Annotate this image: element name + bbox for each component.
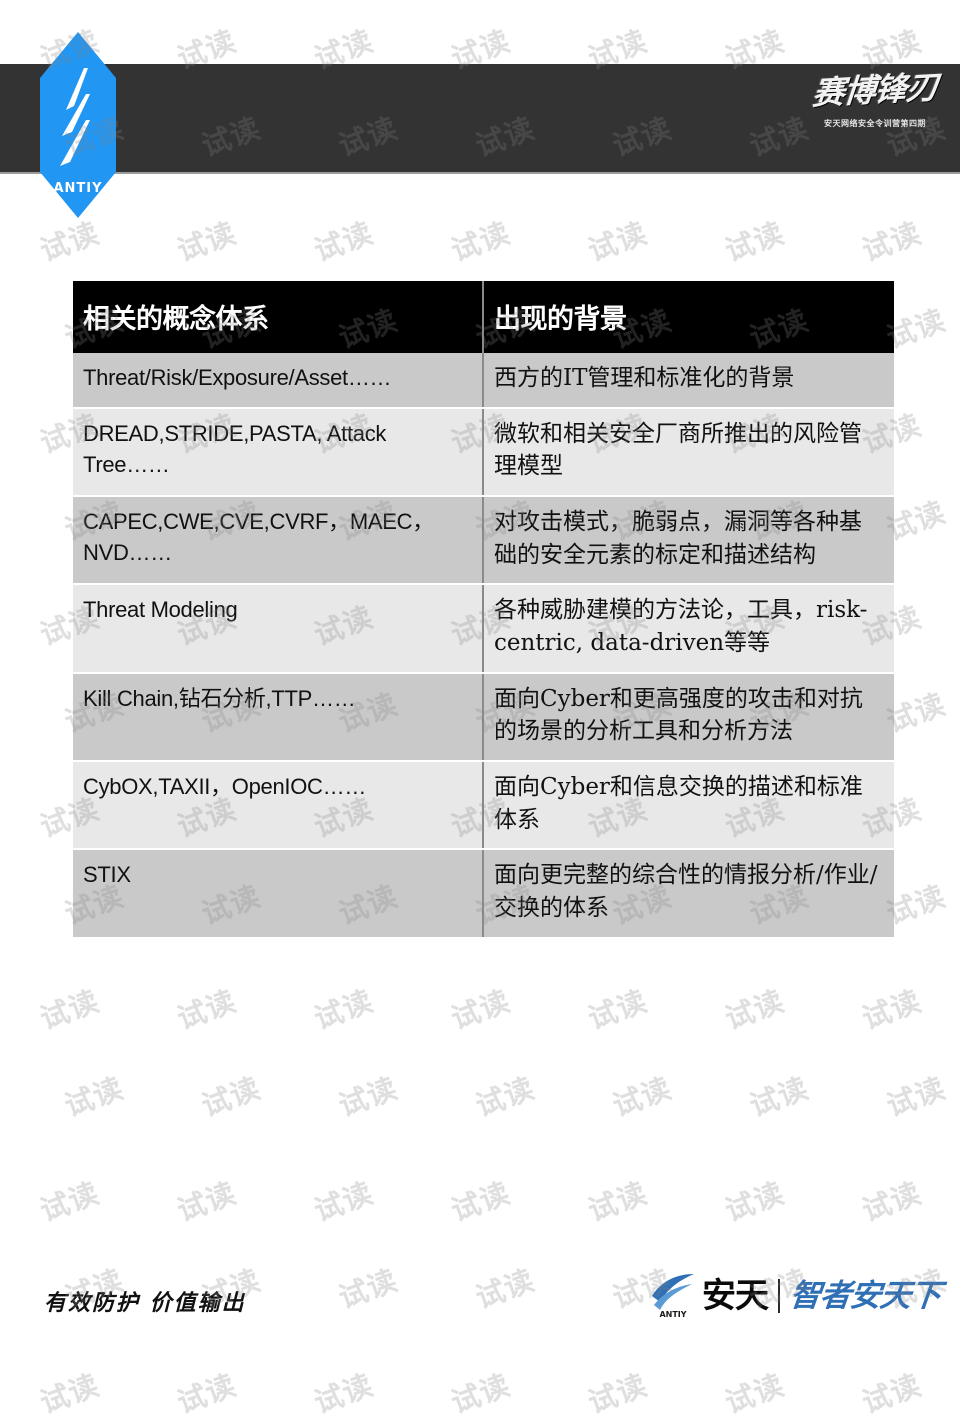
cell-background: 面向更完整的综合性的情报分析/作业/交换的体系 (483, 849, 894, 939)
cell-background: 西方的IT管理和标准化的背景 (483, 353, 894, 409)
watermark-text: 试读 (172, 983, 241, 1037)
table-header-row: 相关的概念体系 出现的背景 (73, 281, 894, 353)
watermark-text: 试读 (172, 215, 241, 269)
table-row: STIX 面向更完整的综合性的情报分析/作业/交换的体系 (73, 849, 894, 939)
watermark-text: 试读 (745, 1070, 814, 1124)
cell-concept: Threat/Risk/Exposure/Asset…… (73, 353, 484, 409)
table-row: Threat/Risk/Exposure/Asset…… 西方的IT管理和标准化… (73, 353, 894, 409)
watermark-text: 试读 (309, 983, 378, 1037)
watermark-text: 试读 (720, 1367, 789, 1421)
cell-concept: CAPEC,CWE,CVE,CVRF，MAEC，NVD…… (73, 495, 484, 586)
watermark-text: 试读 (583, 1175, 652, 1229)
watermark-text: 试读 (471, 1262, 540, 1316)
watermark-text: 试读 (471, 1070, 540, 1124)
watermark-text: 试读 (59, 1070, 128, 1124)
watermark-text: 试读 (720, 983, 789, 1037)
calligraphy-subtitle: 安天网络安全令训营第四期 (824, 119, 926, 128)
watermark-text: 试读 (583, 983, 652, 1037)
antiy-logo-wordmark: ANTIY (53, 181, 102, 196)
table-row: Threat Modeling 各种威胁建模的方法论，工具，risk-centr… (73, 584, 894, 674)
footer-brand-tagline: 智者安天下 (788, 1277, 942, 1314)
watermark-text: 试读 (858, 1367, 927, 1421)
cell-concept: DREAD,STRIDE,PASTA, Attack Tree…… (73, 407, 484, 497)
watermark-text: 试读 (446, 983, 515, 1037)
column-header-background: 出现的背景 (483, 281, 894, 353)
watermark-text: 试读 (35, 1175, 104, 1229)
antiy-logo-icon: ANTIY (40, 32, 116, 218)
watermark-text: 试读 (172, 1367, 241, 1421)
footer-brand-name: 安天 (702, 1276, 769, 1316)
watermark-text: 试读 (333, 1262, 402, 1316)
cell-concept: Kill Chain,钻石分析,TTP…… (73, 672, 484, 762)
watermark-text: 试读 (583, 215, 652, 269)
concept-system-table: 相关的概念体系 出现的背景 Threat/Risk/Exposure/Asset… (73, 281, 894, 939)
table-row: Kill Chain,钻石分析,TTP…… 面向Cyber和更高强度的攻击和对抗… (73, 672, 894, 762)
table-row: DREAD,STRIDE,PASTA, Attack Tree…… 微软和相关安… (73, 407, 894, 497)
watermark-text: 试读 (446, 215, 515, 269)
cell-concept: Threat Modeling (73, 584, 484, 674)
watermark-text: 试读 (446, 1175, 515, 1229)
watermark-text: 试读 (858, 215, 927, 269)
watermark-text: 试读 (858, 1175, 927, 1229)
cell-concept: CybOX,TAXII，OpenIOC…… (73, 760, 484, 851)
cell-background: 面向Cyber和信息交换的描述和标准体系 (483, 760, 894, 851)
watermark-text: 试读 (882, 1070, 951, 1124)
watermark-text: 试读 (608, 1070, 677, 1124)
watermark-text: 试读 (858, 983, 927, 1037)
footer-slogan: 有效防护 价值输出 (44, 1290, 246, 1316)
header-divider-rule (0, 172, 960, 174)
watermark-text: 试读 (720, 215, 789, 269)
antiy-footer-wordmark: ANTIY (659, 1310, 686, 1319)
watermark-text: 试读 (35, 215, 104, 269)
calligraphy-title: 赛博锋刃 (810, 67, 940, 113)
antiy-swoosh-icon: ANTIY (652, 1274, 694, 1319)
antiy-logo-badge: ANTIY (38, 32, 118, 218)
table-row: CybOX,TAXII，OpenIOC…… 面向Cyber和信息交换的描述和标准… (73, 760, 894, 851)
watermark-text: 试读 (172, 1175, 241, 1229)
watermark-text: 试读 (720, 1175, 789, 1229)
watermark-text: 试读 (333, 1070, 402, 1124)
column-header-concept: 相关的概念体系 (73, 281, 484, 353)
watermark-text: 试读 (583, 1367, 652, 1421)
watermark-text: 试读 (309, 1175, 378, 1229)
watermark-text: 试读 (196, 1070, 265, 1124)
table-body: Threat/Risk/Exposure/Asset…… 西方的IT管理和标准化… (73, 353, 894, 939)
table-row: CAPEC,CWE,CVE,CVRF，MAEC，NVD…… 对攻击模式，脆弱点，… (73, 495, 894, 586)
footer-brand-divider (778, 1279, 780, 1313)
footer-brand-lockup: ANTIY 安天 智者安天下 (650, 1268, 942, 1324)
watermark-text: 试读 (35, 1367, 104, 1421)
watermark-text: 试读 (309, 215, 378, 269)
cell-background: 面向Cyber和更高强度的攻击和对抗的场景的分析工具和分析方法 (483, 672, 894, 762)
watermark-text: 试读 (35, 983, 104, 1037)
cell-background: 微软和相关安全厂商所推出的风险管理模型 (483, 407, 894, 497)
watermark-text: 试读 (446, 1367, 515, 1421)
cell-concept: STIX (73, 849, 484, 939)
cell-background: 各种威胁建模的方法论，工具，risk-centric, data-driven等… (483, 584, 894, 674)
table-header: 相关的概念体系 出现的背景 (73, 281, 894, 353)
cell-background: 对攻击模式，脆弱点，漏洞等各种基础的安全元素的标定和描述结构 (483, 495, 894, 586)
watermark-text: 试读 (309, 1367, 378, 1421)
slide-calligraphy-block: 赛博锋刃 安天网络安全令训营第四期 (810, 67, 940, 168)
